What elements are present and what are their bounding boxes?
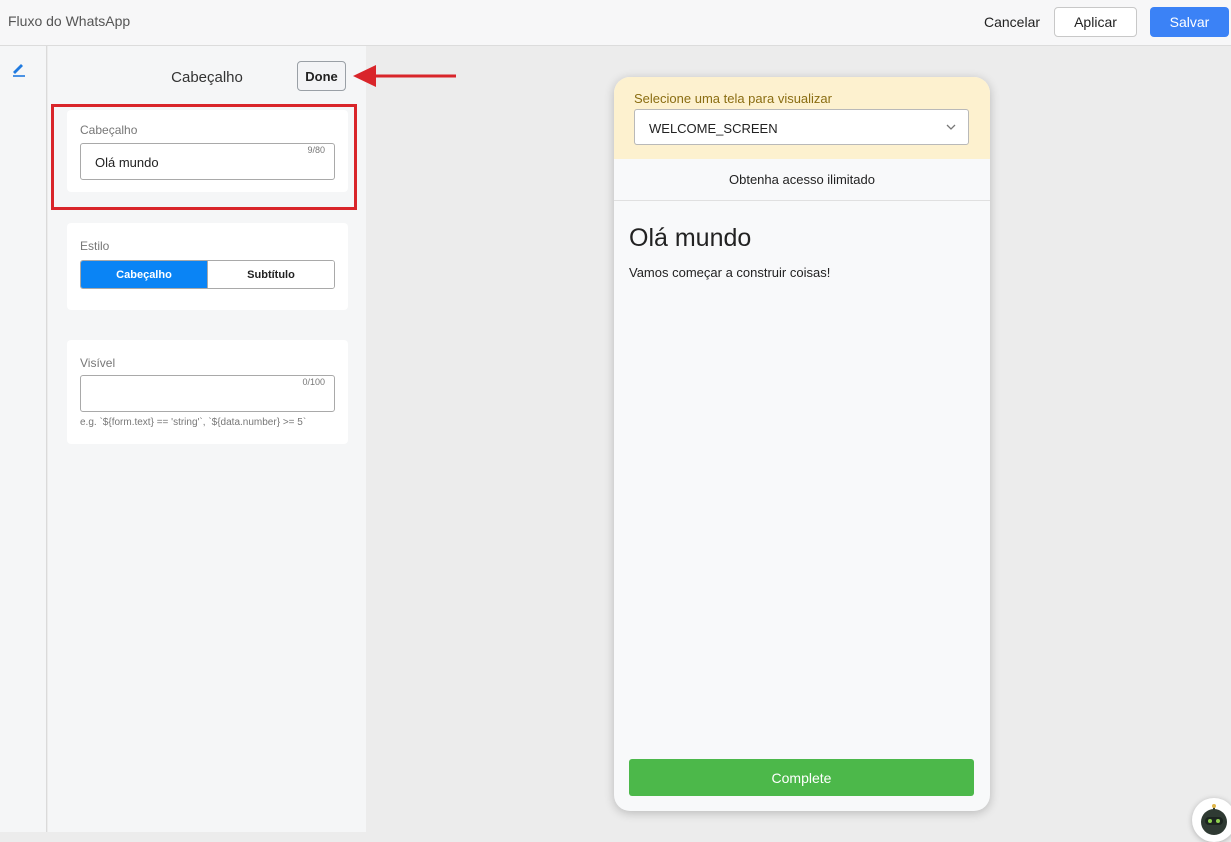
left-rail <box>0 46 47 832</box>
chatbot-widget[interactable] <box>1192 798 1231 842</box>
arrow-left-icon <box>353 65 456 87</box>
visible-label: Visível <box>80 356 116 370</box>
highlight-box <box>51 104 357 210</box>
preview-heading: Olá mundo <box>629 224 752 252</box>
preview-header: Selecione uma tela para visualizar WELCO… <box>614 77 990 159</box>
preview-banner: Obtenha acesso ilimitado <box>614 159 990 201</box>
chevron-down-icon <box>946 124 956 130</box>
screen-select[interactable]: WELCOME_SCREEN <box>634 109 969 145</box>
top-bar: Fluxo do WhatsApp Cancelar Aplicar Salva… <box>0 0 1231 46</box>
cancel-button[interactable]: Cancelar <box>978 7 1046 37</box>
visible-card: Visível 0/100 e.g. `${form.text} == 'str… <box>67 340 348 444</box>
screen-select-value: WELCOME_SCREEN <box>649 121 778 136</box>
pencil-icon[interactable] <box>10 60 28 78</box>
app-title: Fluxo do WhatsApp <box>8 13 131 29</box>
style-card: Estilo Cabeçalho Subtítulo <box>67 223 348 310</box>
preview-body-text: Vamos começar a construir coisas! <box>629 265 831 280</box>
style-segmented-control: Cabeçalho Subtítulo <box>80 260 335 289</box>
phone-preview: Selecione uma tela para visualizar WELCO… <box>614 77 990 811</box>
style-option-subtitulo[interactable]: Subtítulo <box>207 261 334 288</box>
visible-char-counter: 0/100 <box>302 377 325 387</box>
style-option-cabecalho[interactable]: Cabeçalho <box>81 261 207 288</box>
apply-button[interactable]: Aplicar <box>1054 7 1137 37</box>
save-button[interactable]: Salvar <box>1150 7 1229 37</box>
robot-icon <box>1201 804 1227 835</box>
style-label: Estilo <box>80 239 110 253</box>
done-button[interactable]: Done <box>297 61 346 91</box>
complete-button[interactable]: Complete <box>629 759 974 796</box>
screen-select-label: Selecione uma tela para visualizar <box>634 91 832 106</box>
visible-hint: e.g. `${form.text} == 'string'`, `${data… <box>80 417 307 428</box>
panel-title: Cabeçalho <box>171 69 243 86</box>
visible-input[interactable]: 0/100 <box>80 375 335 412</box>
